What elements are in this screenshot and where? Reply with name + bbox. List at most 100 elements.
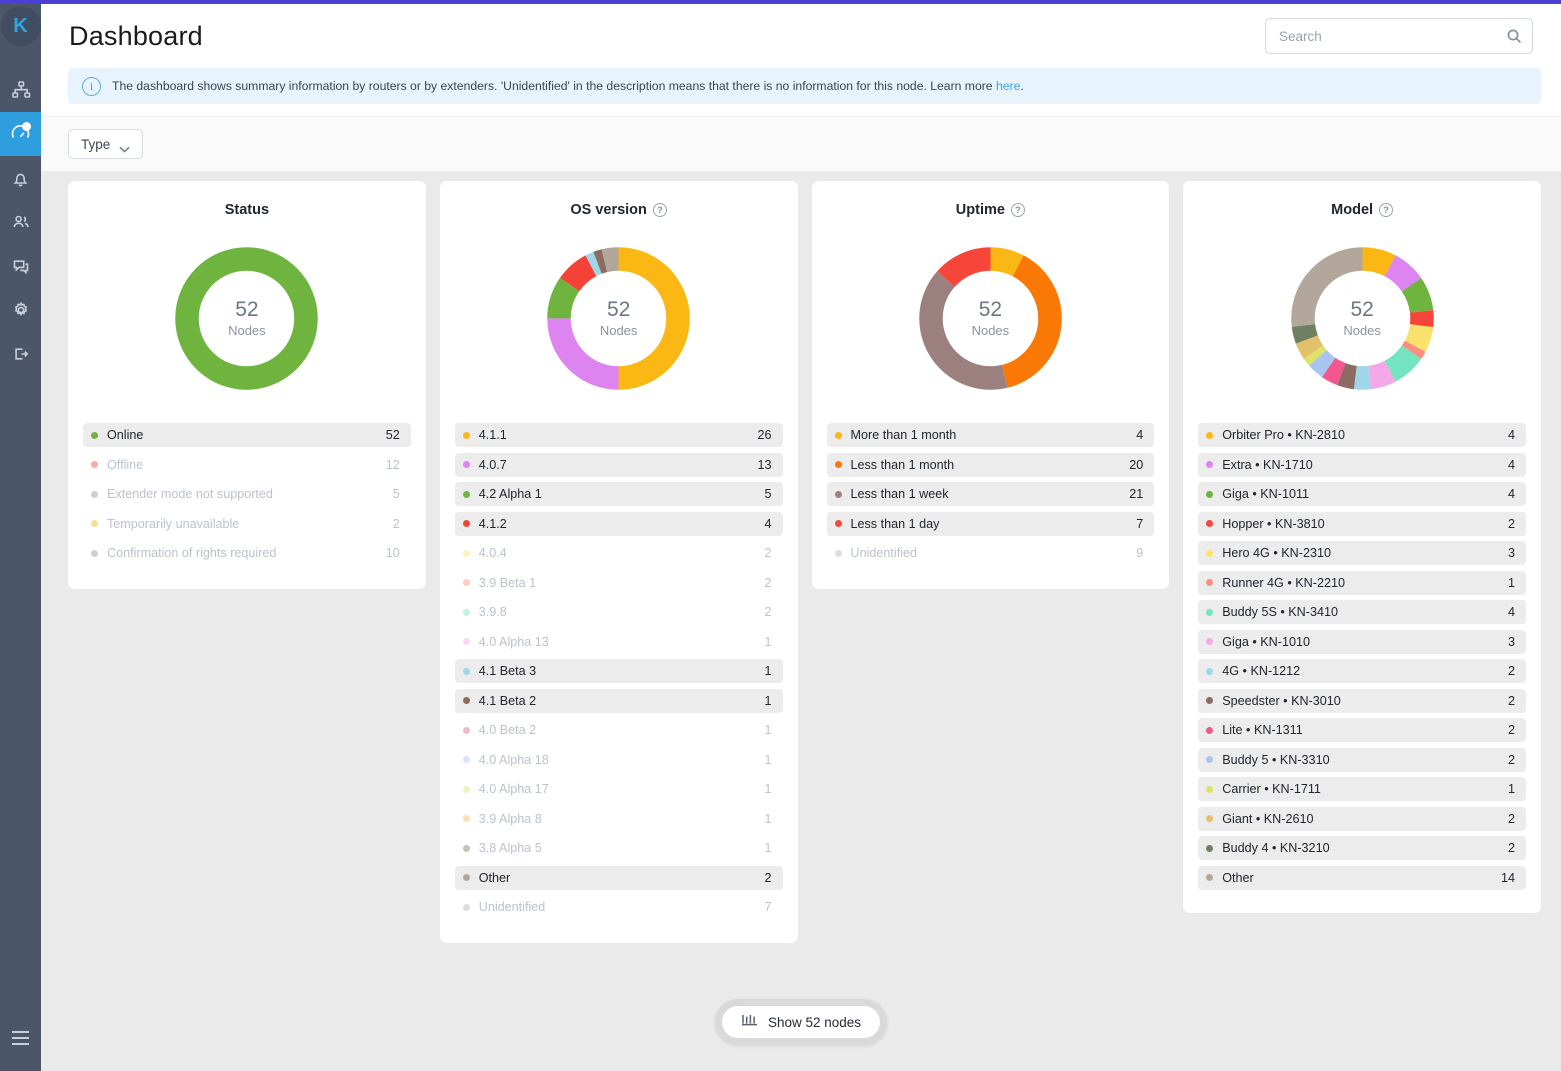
legend-color-dot xyxy=(1206,756,1213,763)
legend-row[interactable]: Less than 1 month20 xyxy=(827,453,1155,477)
donut-chart[interactable]: 52Nodes xyxy=(536,236,701,401)
search-input[interactable] xyxy=(1279,29,1506,44)
legend-row[interactable]: Unidentified9 xyxy=(827,541,1155,565)
legend-label: Hero 4G • KN-2310 xyxy=(1222,546,1508,560)
legend-row[interactable]: Extra • KN-17104 xyxy=(1198,453,1526,477)
donut-chart[interactable]: 52Nodes xyxy=(1280,236,1445,401)
legend-value: 2 xyxy=(1508,753,1515,767)
legend-row[interactable]: Temporarily unavailable2 xyxy=(83,512,411,536)
legend-row[interactable]: Buddy 4 • KN-32102 xyxy=(1198,836,1526,860)
legend-list: More than 1 month4Less than 1 month20Les… xyxy=(827,423,1155,571)
donut-chart-wrap: 52Nodes xyxy=(455,236,783,401)
legend-row[interactable]: Online52 xyxy=(83,423,411,447)
legend-label: Orbiter Pro • KN-2810 xyxy=(1222,428,1508,442)
legend-value: 2 xyxy=(764,605,771,619)
legend-row[interactable]: Other14 xyxy=(1198,866,1526,890)
legend-row[interactable]: 4.1.126 xyxy=(455,423,783,447)
legend-row[interactable]: 4.0 Alpha 131 xyxy=(455,630,783,654)
legend-row[interactable]: Giga • KN-10103 xyxy=(1198,630,1526,654)
legend-row[interactable]: Buddy 5 • KN-33102 xyxy=(1198,748,1526,772)
help-icon[interactable]: ? xyxy=(653,203,667,217)
legend-row[interactable]: 4G • KN-12122 xyxy=(1198,659,1526,683)
legend-value: 1 xyxy=(764,664,771,678)
show-nodes-button[interactable]: Show 52 nodes xyxy=(722,1006,880,1038)
legend-row[interactable]: Less than 1 day7 xyxy=(827,512,1155,536)
legend-row[interactable]: Offline12 xyxy=(83,453,411,477)
legend-label: Less than 1 month xyxy=(851,458,1130,472)
legend-row[interactable]: 4.0.42 xyxy=(455,541,783,565)
legend-row[interactable]: 4.0 Beta 21 xyxy=(455,718,783,742)
legend-value: 2 xyxy=(1508,664,1515,678)
legend-color-dot xyxy=(1206,874,1213,881)
sidebar-item-alerts[interactable] xyxy=(0,156,41,200)
legend-row[interactable]: 3.9 Alpha 81 xyxy=(455,807,783,831)
legend-value: 20 xyxy=(1129,458,1143,472)
legend-row[interactable]: Speedster • KN-30102 xyxy=(1198,689,1526,713)
legend-row[interactable]: 4.1.24 xyxy=(455,512,783,536)
legend-row[interactable]: Giant • KN-26102 xyxy=(1198,807,1526,831)
legend-color-dot xyxy=(1206,845,1213,852)
donut-chart[interactable]: 52Nodes xyxy=(164,236,329,401)
app-logo[interactable]: K xyxy=(1,6,41,46)
learn-more-link[interactable]: here xyxy=(996,79,1020,93)
legend-value: 7 xyxy=(764,900,771,914)
legend-row[interactable]: 3.9.82 xyxy=(455,600,783,624)
legend-value: 4 xyxy=(1508,428,1515,442)
legend-color-dot xyxy=(835,491,842,498)
legend-color-dot xyxy=(1206,579,1213,586)
main-area: Dashboard i The dashboard shows summary … xyxy=(41,4,1561,1071)
legend-row[interactable]: 4.0 Alpha 181 xyxy=(455,748,783,772)
legend-value: 1 xyxy=(764,635,771,649)
sidebar-item-settings[interactable] xyxy=(0,288,41,332)
sidebar-item-network-map[interactable] xyxy=(0,68,41,112)
sidebar-item-messages[interactable] xyxy=(0,244,41,288)
legend-value: 14 xyxy=(1501,871,1515,885)
type-filter-button[interactable]: Type xyxy=(68,129,143,159)
sidebar-item-logout[interactable] xyxy=(0,332,41,376)
notification-dot-icon xyxy=(22,122,31,131)
sidebar: K xyxy=(0,0,41,1071)
legend-row[interactable]: Confirmation of rights required10 xyxy=(83,541,411,565)
legend-color-dot xyxy=(1206,727,1213,734)
legend-row[interactable]: 3.8 Alpha 51 xyxy=(455,836,783,860)
legend-row[interactable]: 3.9 Beta 12 xyxy=(455,571,783,595)
menu-toggle-icon[interactable] xyxy=(0,1023,41,1053)
help-icon[interactable]: ? xyxy=(1379,203,1393,217)
legend-label: Unidentified xyxy=(479,900,765,914)
sidebar-item-clients[interactable] xyxy=(0,200,41,244)
legend-row[interactable]: Giga • KN-10114 xyxy=(1198,482,1526,506)
legend-row[interactable]: 4.2 Alpha 15 xyxy=(455,482,783,506)
legend-row[interactable]: Carrier • KN-17111 xyxy=(1198,777,1526,801)
legend-row[interactable]: 4.1 Beta 31 xyxy=(455,659,783,683)
info-banner: i The dashboard shows summary informatio… xyxy=(68,68,1541,104)
legend-label: 4.0 Alpha 17 xyxy=(479,782,765,796)
legend-row[interactable]: Hero 4G • KN-23103 xyxy=(1198,541,1526,565)
sidebar-item-dashboard[interactable] xyxy=(0,112,41,156)
donut-chart[interactable]: 52Nodes xyxy=(908,236,1073,401)
legend-row[interactable]: Buddy 5S • KN-34104 xyxy=(1198,600,1526,624)
search-box[interactable] xyxy=(1265,18,1533,54)
legend-value: 4 xyxy=(764,517,771,531)
legend-color-dot xyxy=(1206,461,1213,468)
legend-row[interactable]: 4.1 Beta 21 xyxy=(455,689,783,713)
legend-row[interactable]: Unidentified7 xyxy=(455,895,783,919)
legend-row[interactable]: Less than 1 week21 xyxy=(827,482,1155,506)
legend-label: Extender mode not supported xyxy=(107,487,393,501)
card-title: Uptime? xyxy=(827,202,1155,218)
legend-row[interactable]: Hopper • KN-38102 xyxy=(1198,512,1526,536)
legend-row[interactable]: Runner 4G • KN-22101 xyxy=(1198,571,1526,595)
legend-row[interactable]: More than 1 month4 xyxy=(827,423,1155,447)
legend-color-dot xyxy=(463,904,470,911)
legend-row[interactable]: Extender mode not supported5 xyxy=(83,482,411,506)
search-icon[interactable] xyxy=(1506,28,1522,44)
legend-row[interactable]: 4.0 Alpha 171 xyxy=(455,777,783,801)
legend-label: Giga • KN-1011 xyxy=(1222,487,1508,501)
legend-row[interactable]: 4.0.713 xyxy=(455,453,783,477)
legend-row[interactable]: Other2 xyxy=(455,866,783,890)
help-icon[interactable]: ? xyxy=(1011,203,1025,217)
legend-value: 2 xyxy=(764,871,771,885)
legend-row[interactable]: Lite • KN-13112 xyxy=(1198,718,1526,742)
legend-color-dot xyxy=(91,550,98,557)
legend-value: 4 xyxy=(1508,487,1515,501)
legend-row[interactable]: Orbiter Pro • KN-28104 xyxy=(1198,423,1526,447)
